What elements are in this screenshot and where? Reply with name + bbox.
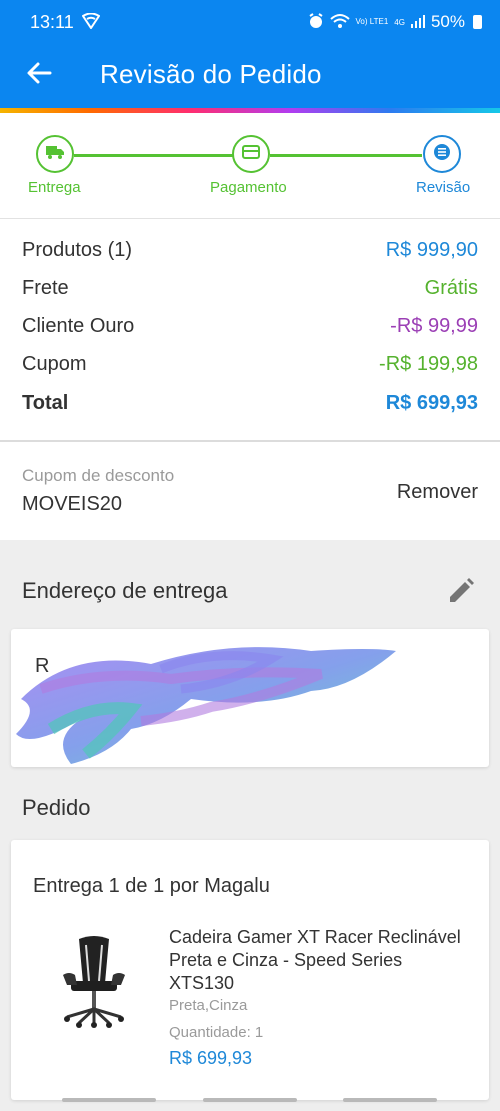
summary-value: Grátis: [424, 277, 478, 299]
notification-icon: [81, 12, 101, 34]
status-icons: Vo) LTE1 4G 50%: [308, 12, 482, 32]
summary-label: Cupom: [22, 353, 87, 375]
redaction-scribble: [16, 647, 396, 764]
summary-row-coupon: Cupom -R$ 199,98: [22, 353, 478, 383]
checkout-stepper: Entrega Pagamento Revisão: [0, 113, 500, 218]
page-title: Revisão do Pedido: [100, 59, 322, 89]
summary-value: -R$ 199,98: [379, 353, 478, 375]
product-price: R$ 699,93: [169, 1048, 253, 1068]
product-name[interactable]: Cadeira Gamer XT Racer Reclinável Preta …: [169, 926, 469, 995]
step-connector: [74, 154, 234, 157]
edit-pencil-icon[interactable]: [446, 576, 476, 606]
remove-coupon-button[interactable]: Remover: [397, 481, 478, 504]
step-revisao-circle[interactable]: [423, 135, 461, 173]
truck-icon: [45, 144, 65, 165]
battery-percent: 50%: [430, 12, 465, 31]
step-connector: [270, 154, 422, 157]
network-label: Vo) LTE1: [355, 17, 389, 26]
summary-row-total: Total R$ 699,93: [22, 392, 478, 422]
battery-icon: [473, 15, 482, 29]
total-label: Total: [22, 392, 69, 414]
shipment-title: Entrega 1 de 1 por Magalu: [33, 875, 270, 897]
back-arrow-icon[interactable]: [22, 56, 56, 90]
summary-row-products: Produtos (1) R$ 999,90: [22, 239, 478, 269]
product-variant: Preta,Cinza: [169, 997, 248, 1014]
summary-value: -R$ 99,99: [390, 315, 478, 337]
total-value: R$ 699,93: [385, 392, 478, 414]
summary-value: R$ 999,90: [385, 239, 478, 261]
app-bar: Revisão do Pedido: [0, 46, 500, 108]
nav-gesture-hint: [343, 1098, 437, 1102]
product-quantity: Quantidade: 1: [169, 1024, 264, 1041]
summary-row-shipping: Frete Grátis: [22, 277, 478, 307]
step-label-revisao: Revisão: [416, 179, 471, 196]
step-pagamento-circle[interactable]: [232, 135, 270, 173]
coupon-section: Cupom de desconto MOVEIS20 Remover: [0, 440, 500, 540]
address-section-title: Endereço de entrega: [22, 578, 228, 603]
summary-label: Produtos (1): [22, 239, 133, 261]
card-icon: [241, 144, 261, 165]
order-section-title: Pedido: [22, 795, 91, 820]
wifi-icon: [329, 13, 350, 32]
signal-icon: [410, 14, 425, 31]
address-card[interactable]: R: [11, 629, 489, 767]
coupon-code: MOVEIS20: [22, 493, 123, 515]
step-label-entrega: Entrega: [28, 179, 81, 196]
app-header: 13:11 Vo) LTE1 4G 50% Revisão do Pedido: [0, 0, 500, 110]
summary-label: Cliente Ouro: [22, 315, 135, 337]
step-entrega-circle[interactable]: [36, 135, 74, 173]
step-label-pagamento: Pagamento: [210, 179, 287, 196]
order-summary: Produtos (1) R$ 999,90 Frete Grátis Clie…: [0, 218, 500, 440]
summary-row-gold-client: Cliente Ouro -R$ 99,99: [22, 315, 478, 345]
nav-gesture-hint: [62, 1098, 156, 1102]
alarm-icon: [308, 12, 324, 32]
order-card: Entrega 1 de 1 por Magalu Cadeira Gamer …: [11, 840, 489, 1100]
product-thumbnail-gaming-chair[interactable]: [59, 935, 129, 1030]
status-bar: 13:11 Vo) LTE1 4G 50%: [0, 0, 500, 46]
network-gen: 4G: [394, 17, 405, 27]
list-icon: [432, 142, 452, 167]
nav-gesture-hint: [203, 1098, 297, 1102]
status-time: 13:11: [30, 12, 74, 32]
coupon-label: Cupom de desconto: [22, 466, 175, 485]
summary-label: Frete: [22, 277, 69, 299]
